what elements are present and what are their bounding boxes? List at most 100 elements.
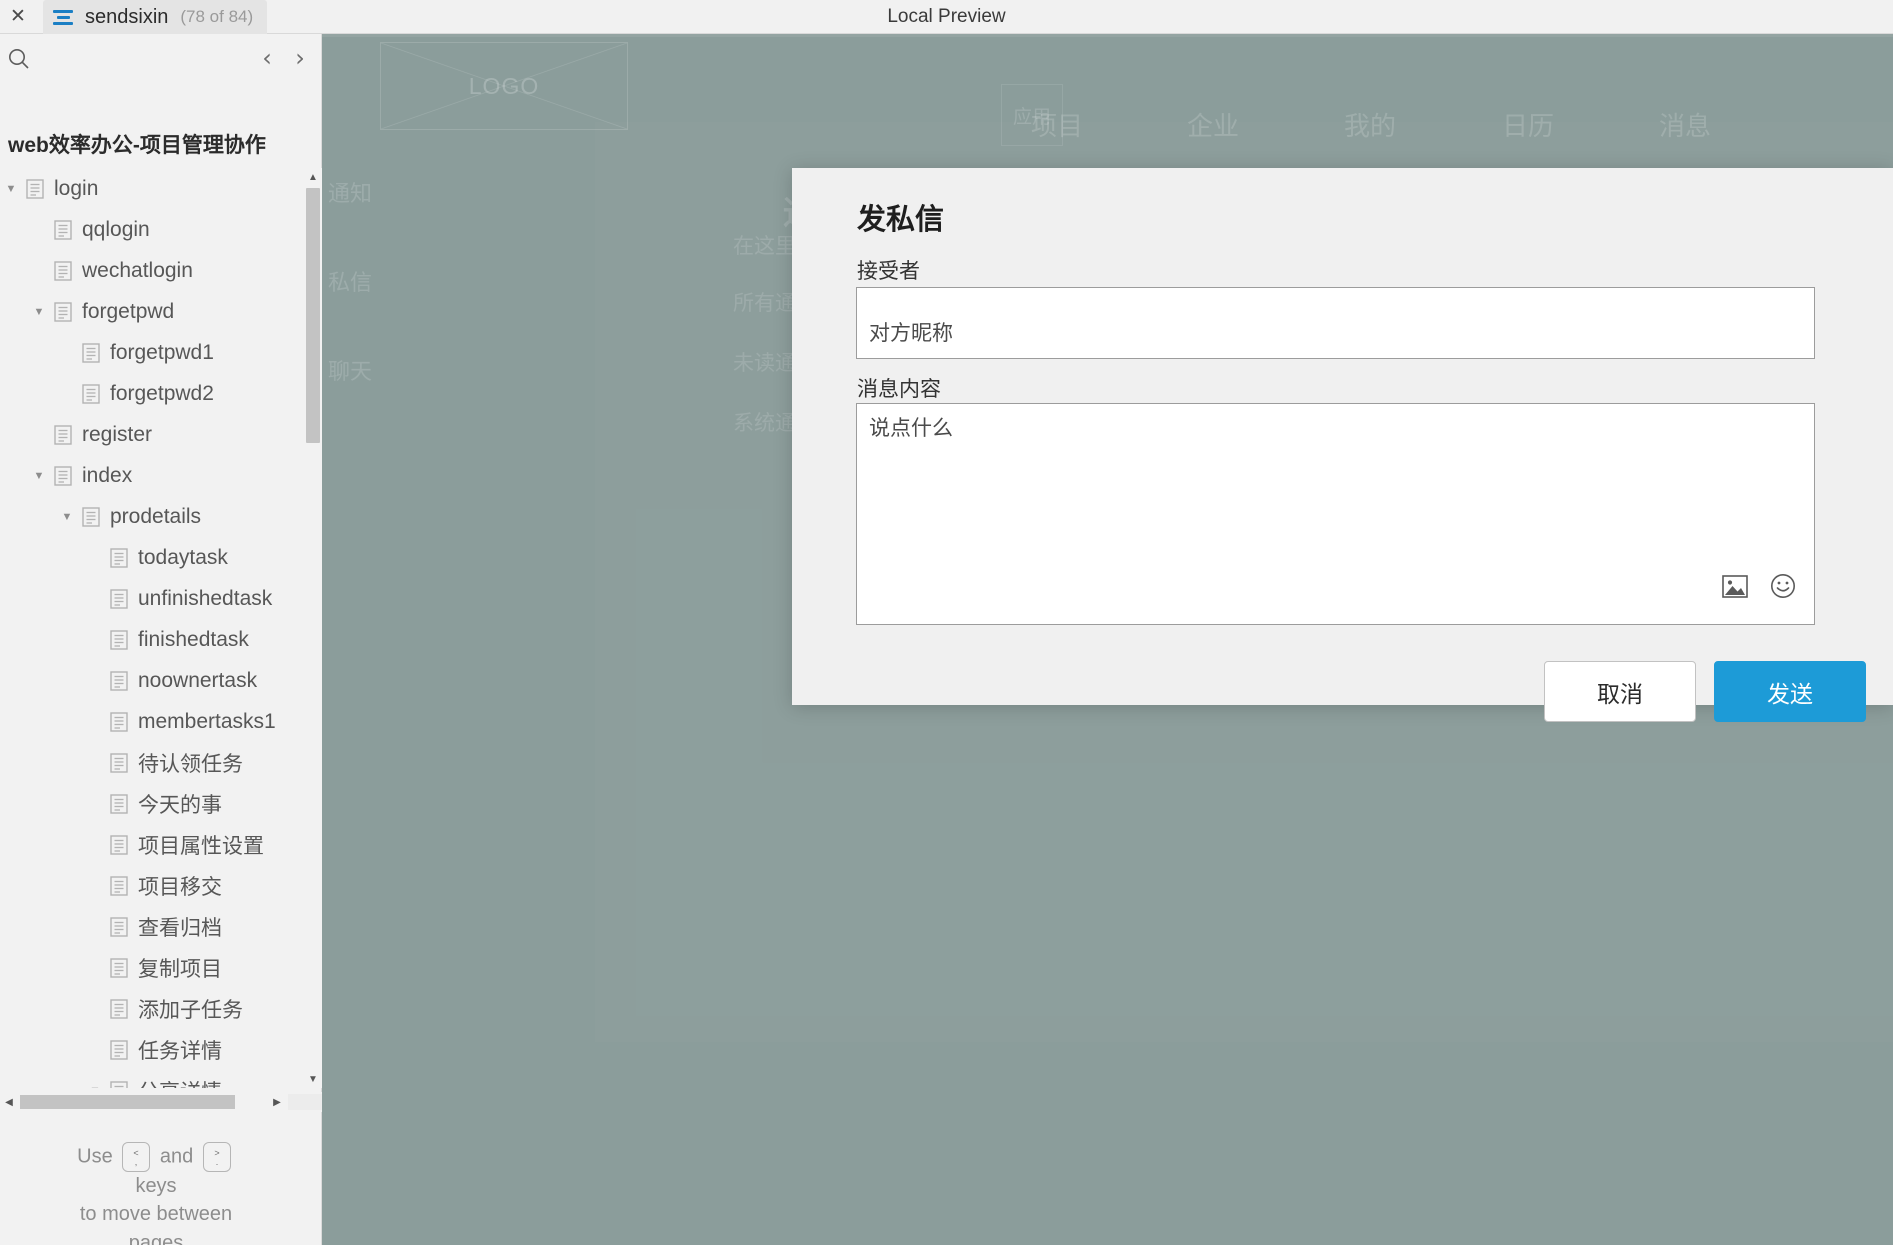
tree-item-wechatlogin[interactable]: wechatlogin [0, 250, 303, 291]
next-key-cap: >. [202, 1142, 231, 1172]
tree-item-forgetpwd1[interactable]: forgetpwd1 [0, 332, 303, 373]
page-icon [50, 424, 76, 445]
hint-line-move: to move between [79, 1203, 233, 1226]
tree-item-label: wechatlogin [82, 258, 193, 282]
page-icon [106, 1039, 132, 1060]
tree-item-label: 项目属性设置 [138, 834, 264, 858]
svg-text:.: . [216, 1157, 219, 1167]
tree-item-label: unfinishedtask [138, 586, 273, 610]
tree-item-membertasks1[interactable]: membertasks1 [0, 701, 303, 742]
tree-item-label: index [82, 463, 133, 487]
tree-item-复制项目[interactable]: 复制项目 [0, 947, 303, 988]
message-content-textarea[interactable] [856, 403, 1815, 625]
tree-item-finishedtask[interactable]: finishedtask [0, 619, 303, 660]
tree-item-index[interactable]: ▼ index [0, 455, 303, 496]
tree-item-label: register [82, 422, 153, 446]
page-icon [106, 588, 132, 609]
scroll-down-icon[interactable]: ▼ [304, 1070, 322, 1088]
close-icon[interactable]: ✕ [4, 2, 32, 30]
prev-page-button[interactable]: ‹ [252, 42, 282, 74]
scroll-left-icon[interactable]: ◀ [0, 1092, 18, 1112]
preview-sidebar-item-2[interactable]: 聊天 [328, 354, 372, 386]
hint-use: Use [77, 1145, 113, 1168]
hint-and: and [159, 1145, 194, 1168]
tree-item-label: 复制项目 [138, 957, 222, 981]
tree-item-noownertask[interactable]: noownertask [0, 660, 303, 701]
nav-item-2[interactable]: 我的 [1344, 106, 1396, 143]
chevron-down-icon[interactable]: ▼ [56, 496, 78, 537]
page-icon [106, 752, 132, 773]
next-page-button[interactable]: › [285, 42, 315, 74]
tree-item-unfinishedtask[interactable]: unfinishedtask [0, 578, 303, 619]
sitemap-tree[interactable]: ▼ login qqlogin wechatlogin ▼ forgetpwd forget… [0, 168, 303, 1088]
tree-item-label: qqlogin [82, 217, 150, 241]
nav-item-1[interactable]: 企业 [1187, 106, 1239, 143]
tree-item-register[interactable]: register [0, 414, 303, 455]
tab-page-count: (78 of 84) [180, 7, 254, 26]
page-icon [50, 219, 76, 240]
receiver-label: 接受者 [857, 260, 920, 283]
tree-horizontal-scrollbar[interactable]: ◀ ▶ [0, 1092, 322, 1112]
menu-icon[interactable] [53, 9, 73, 25]
tree-item-label: prodetails [110, 504, 202, 528]
chevron-down-icon[interactable]: ▼ [28, 455, 50, 496]
preview-sidebar-item-0[interactable]: 通知 [328, 176, 372, 208]
chevron-down-icon[interactable]: ▼ [0, 168, 22, 209]
nav-item-3[interactable]: 日历 [1502, 106, 1554, 143]
page-icon [106, 711, 132, 732]
tree-item-login[interactable]: ▼ login [0, 168, 303, 209]
tree-item-qqlogin[interactable]: qqlogin [0, 209, 303, 250]
image-icon[interactable] [1722, 574, 1748, 598]
receiver-input[interactable] [856, 287, 1815, 359]
scroll-up-icon[interactable]: ▲ [304, 168, 322, 186]
scroll-right-icon[interactable]: ▶ [268, 1092, 286, 1112]
tree-item-forgetpwd2[interactable]: forgetpwd2 [0, 373, 303, 414]
tree-item-todaytask[interactable]: todaytask [0, 537, 303, 578]
emoji-smiley-icon[interactable] [1770, 573, 1796, 599]
tree-item-添加子任务[interactable]: 添加子任务 [0, 988, 303, 1029]
page-icon [50, 465, 76, 486]
horizontal-scroll-thumb[interactable] [20, 1095, 235, 1109]
page-icon [106, 629, 132, 650]
tree-item-forgetpwd[interactable]: ▼ forgetpwd [0, 291, 303, 332]
page-icon [106, 670, 132, 691]
chevron-down-icon[interactable]: ▼ [84, 1070, 106, 1089]
chevron-down-icon[interactable]: ▼ [28, 291, 50, 332]
sitemap-toolbar: ‹ › [0, 34, 321, 82]
nav-item-0[interactable]: 项目 [1031, 106, 1083, 143]
svg-text:,: , [135, 1157, 138, 1167]
tree-item-分享详情[interactable]: ▼ 分享详情 [0, 1070, 303, 1088]
send-button[interactable]: 发送 [1714, 661, 1866, 722]
tree-item-今天的事[interactable]: 今天的事 [0, 783, 303, 824]
page-title: web效率办公-项目管理协作 [8, 134, 266, 157]
preview-sidebar-item-1[interactable]: 私信 [328, 265, 372, 297]
tree-item-label: 添加子任务 [138, 998, 243, 1022]
prev-key-cap: <, [122, 1142, 151, 1172]
cancel-button[interactable]: 取消 [1544, 661, 1696, 722]
vertical-scroll-thumb[interactable] [306, 188, 320, 443]
tree-item-项目移交[interactable]: 项目移交 [0, 865, 303, 906]
tree-item-prodetails[interactable]: ▼ prodetails [0, 496, 303, 537]
page-icon [78, 506, 104, 527]
page-icon [106, 834, 132, 855]
tree-item-label: membertasks1 [138, 709, 276, 733]
page-icon [78, 342, 104, 363]
page-icon [106, 998, 132, 1019]
tree-item-label: forgetpwd2 [110, 381, 214, 405]
tree-item-任务详情[interactable]: 任务详情 [0, 1029, 303, 1070]
tree-item-label: noownertask [138, 668, 258, 692]
tree-vertical-scrollbar[interactable]: ▲ ▼ [304, 168, 322, 1088]
tree-item-项目属性设置[interactable]: 项目属性设置 [0, 824, 303, 865]
page-icon [106, 957, 132, 978]
search-icon[interactable] [6, 46, 32, 72]
nav-item-4[interactable]: 消息 [1659, 106, 1711, 143]
page-icon [106, 875, 132, 896]
page-icon [78, 383, 104, 404]
tree-item-待认领任务[interactable]: 待认领任务 [0, 742, 303, 783]
page-icon [106, 547, 132, 568]
canvas-top-rule [322, 34, 1893, 37]
preview-tab[interactable]: sendsixin (78 of 84) [43, 0, 268, 34]
tree-item-查看归档[interactable]: 查看归档 [0, 906, 303, 947]
logo-placeholder: LOGO [380, 42, 628, 130]
page-icon [50, 301, 76, 322]
